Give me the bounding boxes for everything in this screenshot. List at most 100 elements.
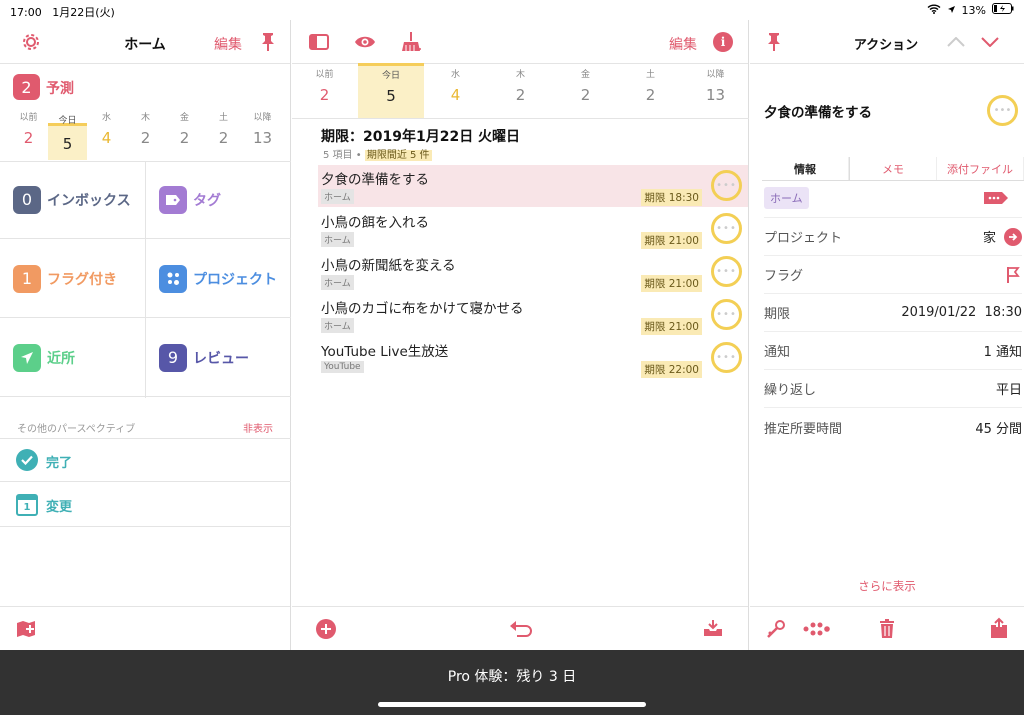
undo-icon[interactable]	[508, 618, 534, 640]
hide-button[interactable]: 非表示	[243, 420, 273, 435]
estimate-value: 45 分間	[975, 421, 1022, 437]
tile-review[interactable]: 9 レビュー	[146, 319, 291, 397]
tab-info[interactable]: 情報	[762, 157, 849, 180]
project-value: 家	[982, 231, 996, 246]
chevron-down-icon[interactable]	[980, 33, 1000, 51]
tab-attachments[interactable]: 添付ファイル	[937, 157, 1024, 180]
task-row[interactable]: YouTube Live生放送 YouTube 期限 22:00 •••	[318, 337, 748, 379]
edit-button[interactable]: 編集	[669, 34, 697, 54]
task-status-circle[interactable]: •••	[711, 342, 742, 373]
status-bar: 17:00 1月22日(火) 13%	[0, 0, 1024, 20]
inspector-header: アクション	[750, 20, 1024, 64]
row-label: フラグ	[764, 269, 804, 284]
day-cell-today[interactable]: 今日 5	[358, 63, 424, 118]
forecast-label[interactable]: 予測	[46, 78, 74, 98]
changed-label: 変更	[46, 500, 73, 515]
list-header: 編集 i	[292, 20, 748, 64]
sidebar-toggle-icon[interactable]	[308, 31, 330, 53]
chevron-up-icon[interactable]	[946, 33, 966, 51]
day-cell[interactable]: 水4	[423, 67, 488, 104]
row-repeat[interactable]: 繰り返し 平日	[764, 370, 1022, 408]
day-cell[interactable]: 以前 2	[292, 67, 357, 104]
task-row-selected[interactable]: 夕食の準備をする ホーム 期限 18:30 •••	[318, 165, 748, 207]
tile-inbox[interactable]: 0 インボックス	[0, 161, 145, 239]
notification-value: 1 通知	[983, 345, 1022, 360]
sidebar: ホーム 編集 2 予測 以前 2 今日 5 水4 木2 金2 土2 以降 13 0 イ…	[0, 20, 291, 650]
tile-projects[interactable]: プロジェクト	[146, 240, 291, 318]
location-arrow-icon	[13, 343, 41, 372]
list-toolbar	[292, 606, 748, 650]
task-tag: YouTube	[321, 361, 364, 373]
perspective-changed[interactable]: 1 変更	[0, 482, 291, 527]
task-row[interactable]: 小鳥のカゴに布をかけて寝かせる ホーム 期限 21:00 •••	[318, 294, 748, 336]
eye-icon[interactable]	[353, 31, 377, 53]
pin-icon[interactable]	[258, 31, 278, 53]
day-cell[interactable]: 水4	[87, 110, 126, 147]
add-perspective-icon[interactable]	[16, 618, 38, 640]
edit-button[interactable]: 編集	[214, 34, 242, 54]
day-cell[interactable]: 木2	[126, 110, 165, 147]
task-tag: ホーム	[321, 318, 354, 333]
task-title: 小鳥の餌を入れる	[321, 215, 429, 231]
row-due[interactable]: 期限 2019/01/22 18:30	[764, 294, 1022, 332]
completed-label: 完了	[46, 456, 73, 471]
inspector-title: アクション	[853, 38, 919, 53]
add-task-icon[interactable]	[316, 619, 336, 639]
info-icon[interactable]: i	[713, 32, 733, 52]
inspector-tag[interactable]: ホーム	[764, 187, 809, 209]
task-due: 期限 22:00	[641, 361, 702, 378]
sidebar-header: ホーム 編集	[0, 20, 290, 64]
row-project[interactable]: プロジェクト 家	[764, 218, 1022, 256]
row-notification[interactable]: 通知 1 通知	[764, 332, 1022, 370]
task-status-circle[interactable]: •••	[711, 256, 742, 287]
projects-icon	[159, 264, 187, 293]
trash-icon[interactable]	[876, 618, 898, 640]
day-cell[interactable]: 土2	[618, 67, 683, 104]
task-status-circle[interactable]: •••	[987, 95, 1018, 126]
tile-tags[interactable]: タグ	[146, 161, 291, 239]
pin-icon[interactable]	[764, 31, 784, 53]
day-cell[interactable]: 以降 13	[243, 110, 282, 147]
forecast-badge[interactable]: 2	[13, 74, 40, 100]
day-cell[interactable]: 金2	[553, 67, 618, 104]
row-flag[interactable]: フラグ	[764, 256, 1022, 294]
task-status-circle[interactable]: •••	[711, 213, 742, 244]
row-label: 推定所要時間	[764, 421, 843, 437]
tile-nearby[interactable]: 近所	[0, 319, 145, 397]
nearby-label: 近所	[47, 350, 75, 367]
dots-group-icon[interactable]	[802, 620, 832, 638]
task-status-circle[interactable]: •••	[711, 170, 742, 201]
status-right: 13%	[927, 3, 1014, 17]
arrow-right-icon[interactable]	[1004, 227, 1022, 246]
task-tag: ホーム	[321, 232, 354, 247]
day-cell[interactable]: 金2	[165, 110, 204, 147]
row-estimate[interactable]: 推定所要時間 45 分間	[764, 408, 1022, 446]
wand-icon[interactable]	[765, 618, 787, 640]
inspector-task-title[interactable]: 夕食の準備をする	[764, 101, 872, 121]
broom-icon[interactable]	[400, 30, 424, 54]
flag-icon[interactable]	[1004, 266, 1022, 284]
tab-memo[interactable]: メモ	[849, 157, 937, 180]
perspective-completed[interactable]: 完了	[0, 438, 291, 482]
inspector-pane: アクション 夕食の準備をする ••• 情報 メモ 添付ファイル ホーム プロジェ…	[750, 20, 1024, 650]
tags-label: タグ	[193, 192, 221, 209]
day-cell[interactable]: 以降 13	[683, 67, 748, 104]
day-cell-today[interactable]: 今日 5	[48, 116, 87, 160]
tile-flagged[interactable]: 1 フラグ付き	[0, 240, 145, 318]
show-more-link[interactable]: さらに表示	[750, 578, 1024, 594]
tag-add-icon[interactable]	[983, 190, 1009, 206]
inbox-download-icon[interactable]	[702, 617, 724, 639]
task-status-circle[interactable]: •••	[711, 299, 742, 330]
task-row[interactable]: 小鳥の餌を入れる ホーム 期限 21:00 •••	[318, 208, 748, 250]
wifi-icon	[927, 4, 941, 17]
task-tag: ホーム	[321, 275, 354, 290]
share-icon[interactable]	[988, 616, 1010, 640]
day-cell[interactable]: 土2	[204, 110, 243, 147]
task-row[interactable]: 小鳥の新聞紙を変える ホーム 期限 21:00 •••	[318, 251, 748, 293]
calendar-icon: 1	[16, 494, 38, 516]
home-indicator[interactable]	[378, 702, 646, 707]
projects-label: プロジェクト	[193, 271, 277, 288]
day-cell[interactable]: 以前 2	[9, 110, 48, 147]
day-cell[interactable]: 木2	[488, 67, 553, 104]
flagged-count: 1	[13, 264, 41, 293]
